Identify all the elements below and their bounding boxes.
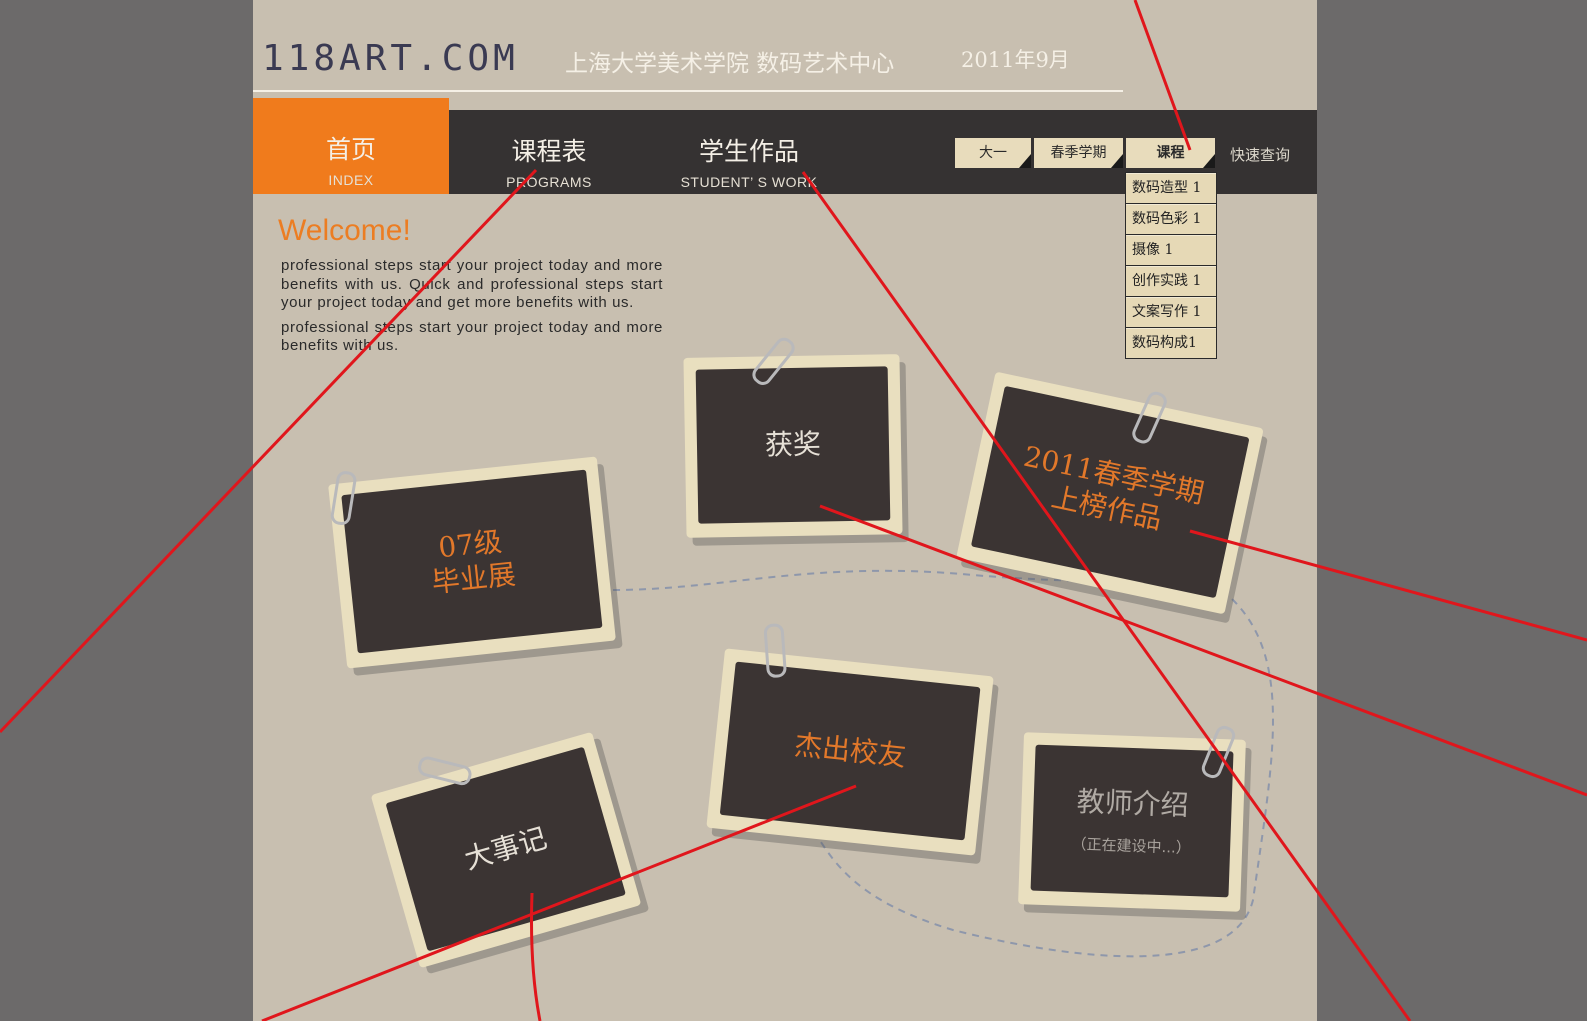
tab-semester[interactable]: 春季学期 xyxy=(1034,138,1123,168)
intro-paragraph: professional steps start your project to… xyxy=(281,257,663,311)
card-title: 杰出校友 xyxy=(792,728,908,773)
card-content: 获奖 xyxy=(695,366,891,524)
dropdown-item[interactable]: 数码色彩 1 xyxy=(1126,204,1216,235)
nav-item-index[interactable]: 首页 INDEX xyxy=(253,98,449,194)
paperclip-icon xyxy=(763,622,788,679)
dropdown-item[interactable]: 摄像 1 xyxy=(1126,235,1216,266)
tab-corner-icon xyxy=(1203,154,1215,168)
nav-index-sublabel: INDEX xyxy=(328,172,374,188)
card-title-line: 毕业展 xyxy=(430,557,518,599)
card-title: 获奖 xyxy=(764,427,822,462)
card-subtitle: （正在建设中...） xyxy=(1071,834,1192,857)
card-alumni[interactable]: 杰出校友 xyxy=(706,622,994,856)
card-teachers[interactable]: 教师介绍 （正在建设中...） xyxy=(1018,723,1246,912)
tab-corner-icon xyxy=(1019,154,1031,168)
card-title: 大事记 xyxy=(460,821,551,876)
card-content: 杰出校友 xyxy=(719,661,981,841)
dropdown-item[interactable]: 数码造型 1 xyxy=(1126,173,1216,204)
nav-programs-sublabel: PROGRAMS xyxy=(506,174,592,190)
card-content: 大事记 xyxy=(385,746,626,952)
card-graduation-show[interactable]: 07级 毕业展 xyxy=(328,456,616,669)
dropdown-item[interactable]: 文案写作 1 xyxy=(1126,297,1216,328)
tab-year-label: 大一 xyxy=(979,145,1007,161)
nav-index-label: 首页 xyxy=(325,135,376,164)
welcome-heading: Welcome! xyxy=(278,214,411,247)
tab-course-label: 课程 xyxy=(1156,145,1185,161)
tab-year[interactable]: 大一 xyxy=(955,138,1031,168)
intro-paragraph: professional steps start your project to… xyxy=(281,318,663,355)
card-title: 教师介绍 xyxy=(1076,784,1190,822)
header: 118ART.COM 上海大学美术学院 数码艺术中心 2011年9月 xyxy=(253,0,1317,98)
tab-corner-icon xyxy=(1111,154,1123,168)
card-content: 07级 毕业展 xyxy=(341,469,603,654)
site-subtitle: 上海大学美术学院 数码艺术中心 xyxy=(565,51,895,77)
tab-course[interactable]: 课程 xyxy=(1126,138,1215,168)
nav-works-sublabel: STUDENT’ S WORK xyxy=(680,174,818,190)
page: 118ART.COM 上海大学美术学院 数码艺术中心 2011年9月 首页 IN… xyxy=(253,0,1317,1021)
nav-item-student-works[interactable]: 学生作品 STUDENT’ S WORK xyxy=(649,110,849,194)
nav-item-programs[interactable]: 课程表 PROGRAMS xyxy=(449,110,649,194)
nav-works-label: 学生作品 xyxy=(698,137,799,166)
course-dropdown: 数码造型 1 数码色彩 1 摄像 1 创作实践 1 文案写作 1 数码构成1 xyxy=(1125,172,1217,359)
site-logo[interactable]: 118ART.COM xyxy=(262,38,519,79)
card-awards[interactable]: 获奖 xyxy=(683,334,903,538)
tab-semester-label: 春季学期 xyxy=(1050,145,1107,161)
quick-search-link[interactable]: 快速查询 xyxy=(1230,144,1290,165)
card-events[interactable]: 大事记 xyxy=(370,731,642,969)
intro-text: professional steps start your project to… xyxy=(281,257,663,362)
header-divider xyxy=(253,90,1123,92)
nav-programs-label: 课程表 xyxy=(511,137,587,166)
dropdown-item[interactable]: 数码构成1 xyxy=(1126,328,1216,358)
card-spring-works[interactable]: 2011春季学期 上榜作品 xyxy=(956,371,1264,615)
dropdown-item[interactable]: 创作实践 1 xyxy=(1126,266,1216,297)
header-date: 2011年9月 xyxy=(961,48,1070,72)
